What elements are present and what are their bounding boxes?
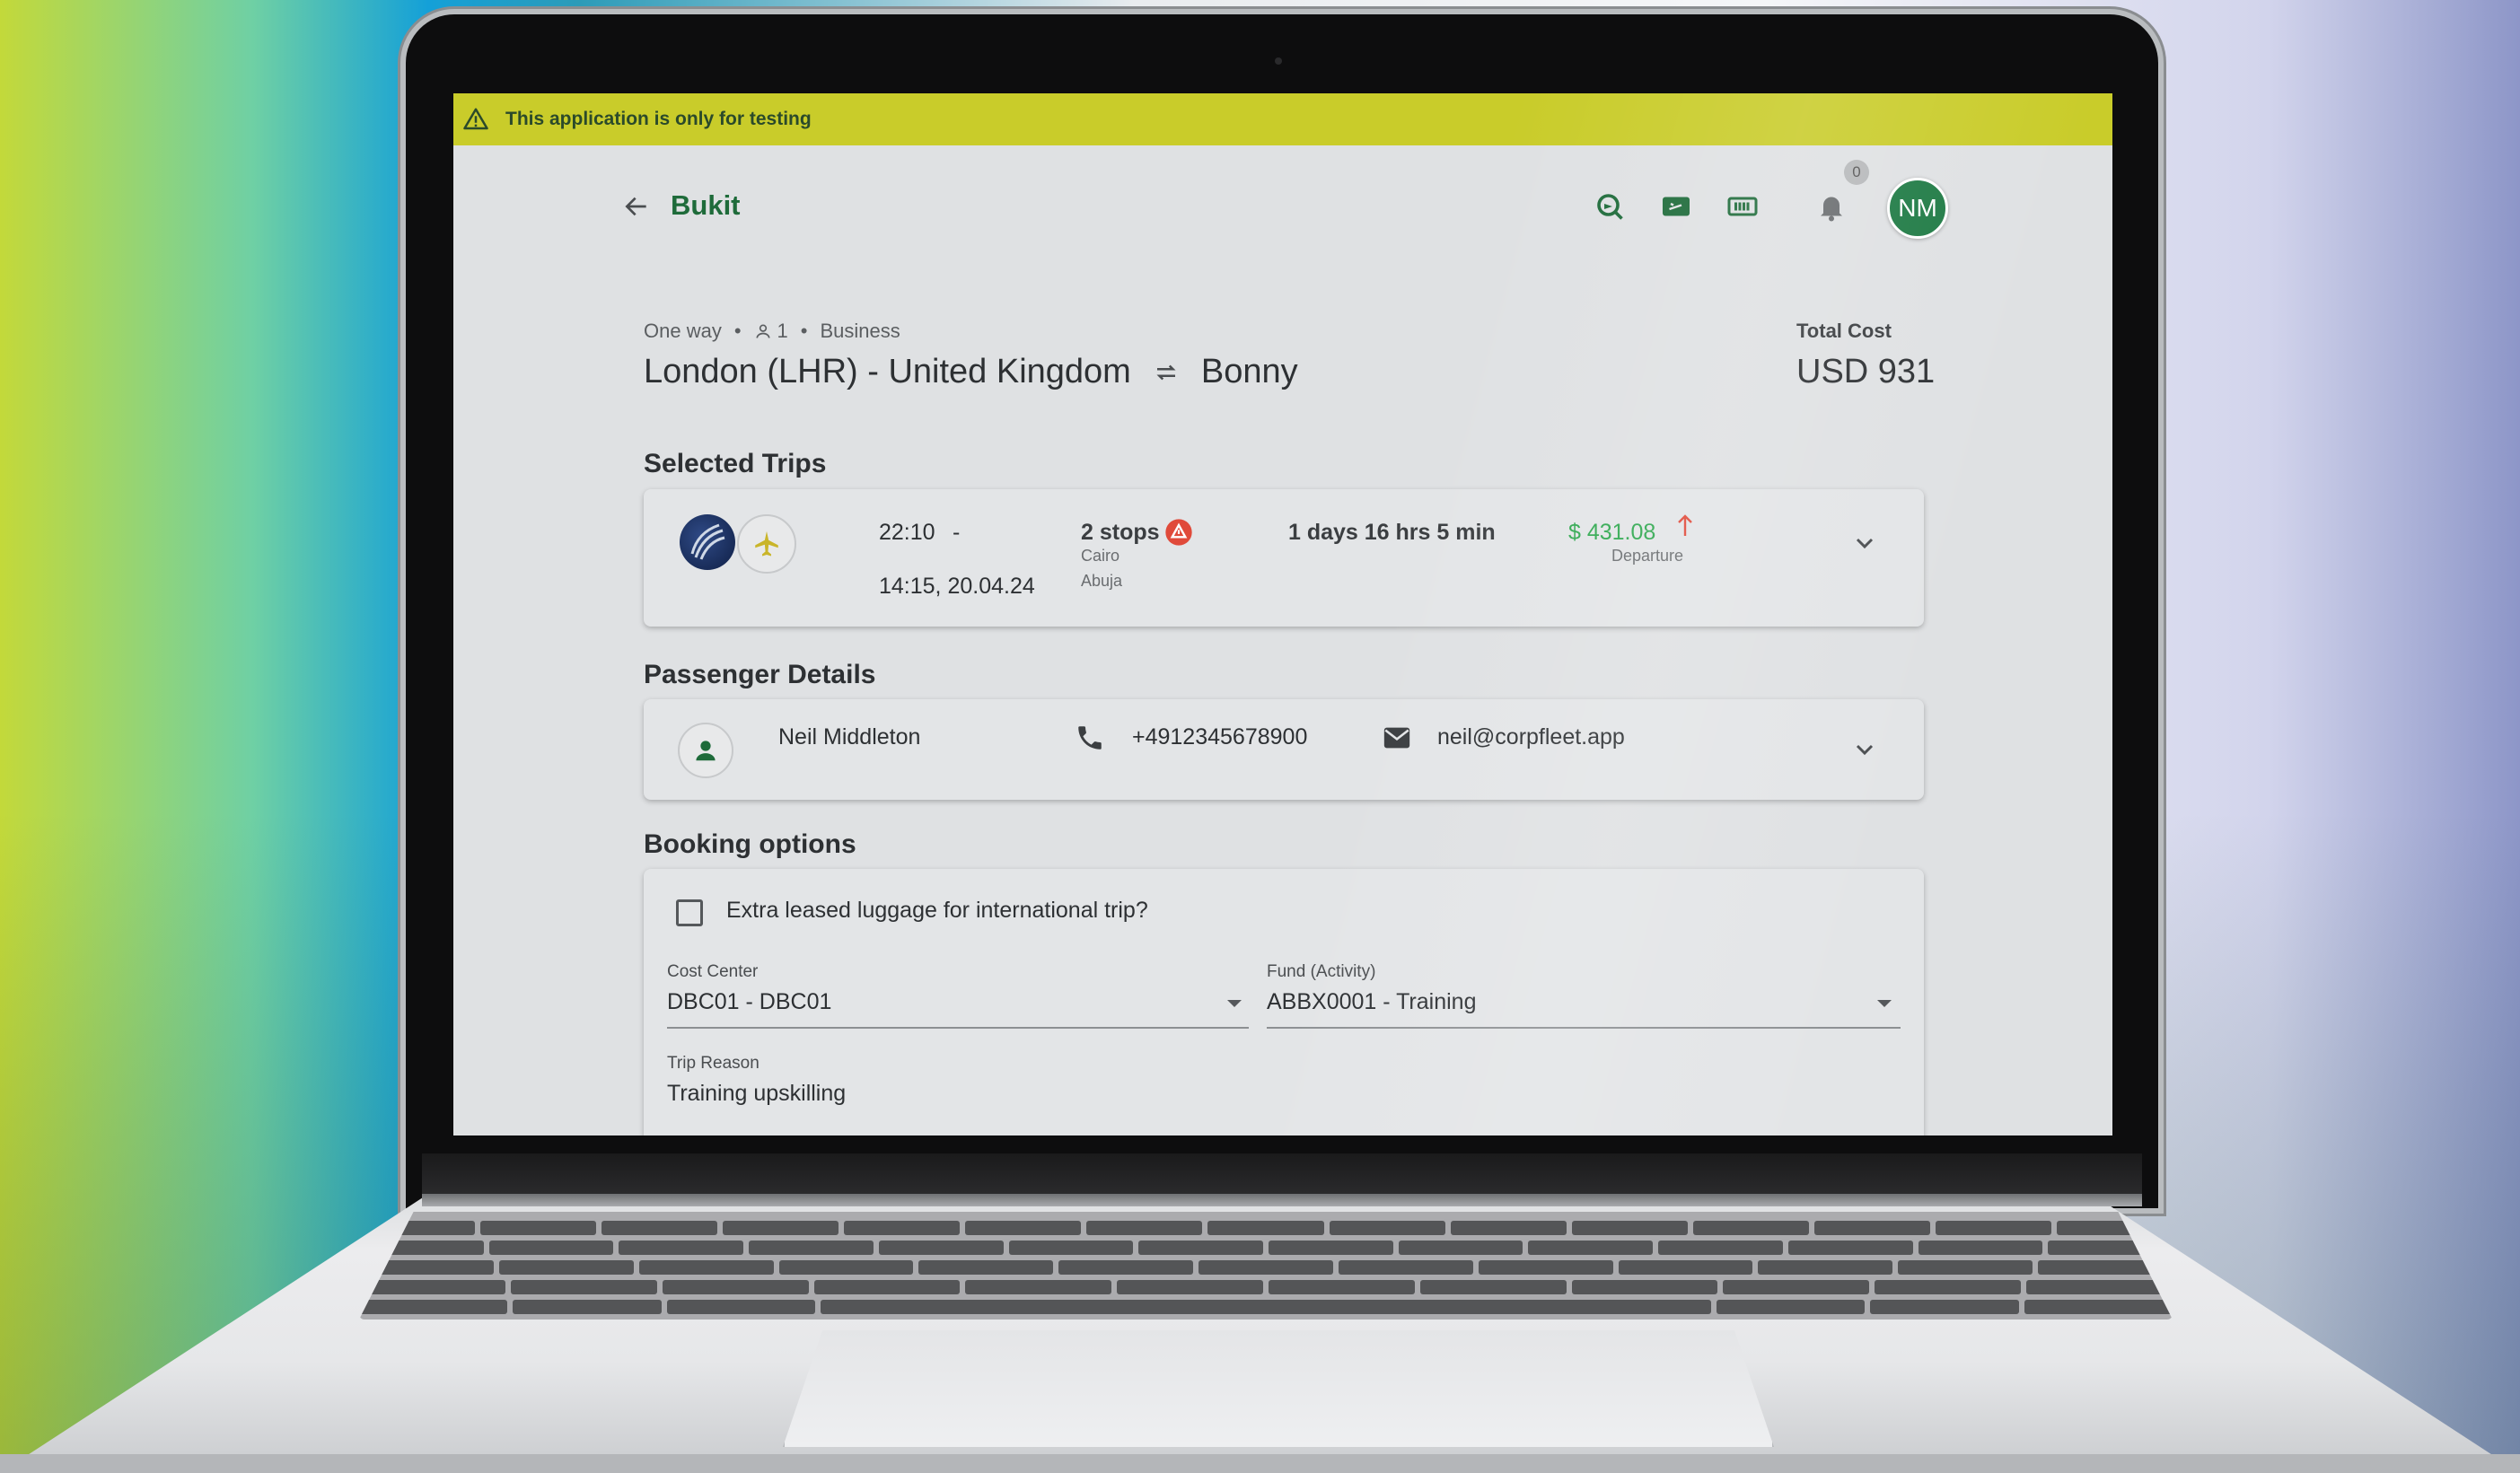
selected-trips-title: Selected Trips: [644, 449, 827, 478]
passenger-details-title: Passenger Details: [644, 660, 876, 689]
trip-card[interactable]: 22:10 - 14:15, 20.04.24 2 stops Cairo Ab…: [644, 489, 1924, 627]
dropdown-caret-icon[interactable]: [1227, 1000, 1242, 1007]
passenger-count: 1: [777, 320, 788, 342]
duration: 1 days 16 hrs 5 min: [1288, 520, 1496, 545]
dropdown-caret-icon[interactable]: [1877, 1000, 1892, 1007]
swap-icon: [1156, 364, 1176, 380]
plane-icon: [755, 530, 778, 557]
key-row: [359, 1260, 2173, 1275]
avatar[interactable]: NM: [1887, 178, 1948, 239]
cost-center-label: Cost Center: [667, 962, 759, 981]
person-icon: [756, 324, 770, 338]
passenger-email: neil@corpfleet.app: [1437, 724, 1625, 750]
total-cost-value: USD 931: [1796, 353, 1936, 390]
bell-icon[interactable]: [1815, 190, 1848, 223]
passenger-name: Neil Middleton: [778, 724, 921, 750]
person-icon: [696, 741, 716, 761]
luggage-checkbox[interactable]: [676, 899, 703, 926]
stops-count: 2 stops: [1081, 520, 1160, 545]
price-up-icon: [1678, 514, 1692, 536]
booking-options-title: Booking options: [644, 829, 856, 859]
key-row: [359, 1280, 2173, 1294]
destination: Bonny: [1200, 353, 1298, 390]
trip-meta: One way • 1 • Business: [644, 320, 900, 343]
trip-reason-label: Trip Reason: [667, 1054, 760, 1073]
app-header: Bukit 0 NM: [453, 145, 2112, 260]
key-row: [359, 1300, 2173, 1314]
price-type: Departure: [1611, 547, 1684, 565]
arrive-time: 14:15, 20.04.24: [879, 574, 1035, 599]
stop-city: Cairo: [1081, 547, 1120, 565]
key-row: [359, 1221, 2173, 1235]
ticket-icon[interactable]: [1726, 190, 1759, 223]
booking-options-card: Extra leased luggage for international t…: [644, 869, 1924, 1135]
field-underline: [667, 1027, 1249, 1029]
chevron-down-icon[interactable]: [1850, 529, 1879, 557]
separator-dot: •: [733, 320, 742, 342]
price: $ 431.08: [1568, 520, 1656, 545]
airline-logo-icon: [690, 523, 725, 560]
route: London (LHR) - United Kingdom Bonny: [644, 353, 1298, 391]
luggage-label: Extra leased luggage for international t…: [726, 898, 1148, 923]
plane-badge: [737, 514, 796, 574]
cost-center-select[interactable]: DBC01 - DBC01: [667, 989, 831, 1015]
separator-dot: •: [800, 320, 808, 342]
trip-reason-input[interactable]: Training upskilling: [667, 1081, 846, 1107]
key-row: [359, 1241, 2173, 1255]
chevron-down-icon[interactable]: [1850, 735, 1879, 764]
fund-label: Fund (Activity): [1267, 962, 1376, 981]
keyboard: [359, 1212, 2173, 1320]
test-banner: This application is only for testing: [453, 93, 2112, 145]
field-underline: [1267, 1027, 1901, 1029]
airline-logo: [680, 514, 735, 570]
app-screen: This application is only for testing Buk…: [453, 93, 2112, 1135]
test-banner-text: This application is only for testing: [505, 109, 812, 129]
passenger-card[interactable]: Neil Middleton +4912345678900 neil@corpf…: [644, 699, 1924, 800]
trackpad: [783, 1330, 1774, 1447]
cabin-class: Business: [820, 320, 900, 342]
laptop-hinge: [422, 1194, 2142, 1206]
origin: London (LHR) - United Kingdom: [644, 353, 1131, 390]
passenger-avatar: [678, 723, 733, 778]
email-icon: [1383, 727, 1410, 749]
depart-time: 22:10: [879, 520, 935, 545]
flight-search-icon[interactable]: [1594, 190, 1626, 223]
fund-select[interactable]: ABBX0001 - Training: [1267, 989, 1476, 1015]
laptop-chin: [422, 1153, 2142, 1198]
arrow-back-icon[interactable]: [622, 192, 651, 221]
alert-icon: [1165, 519, 1192, 546]
notification-badge: 0: [1844, 160, 1869, 185]
passenger-phone: +4912345678900: [1132, 724, 1308, 750]
laptop-base-edge: [0, 1454, 2520, 1473]
phone-icon: [1078, 726, 1102, 750]
boarding-pass-icon[interactable]: [1660, 190, 1692, 223]
page-title: Bukit: [671, 189, 741, 221]
warning-icon: [463, 108, 488, 130]
trip-type: One way: [644, 320, 722, 342]
camera: [1275, 57, 1282, 65]
time-dash: -: [953, 520, 961, 545]
total-cost-label: Total Cost: [1796, 320, 1892, 342]
stop-city: Abuja: [1081, 572, 1123, 590]
